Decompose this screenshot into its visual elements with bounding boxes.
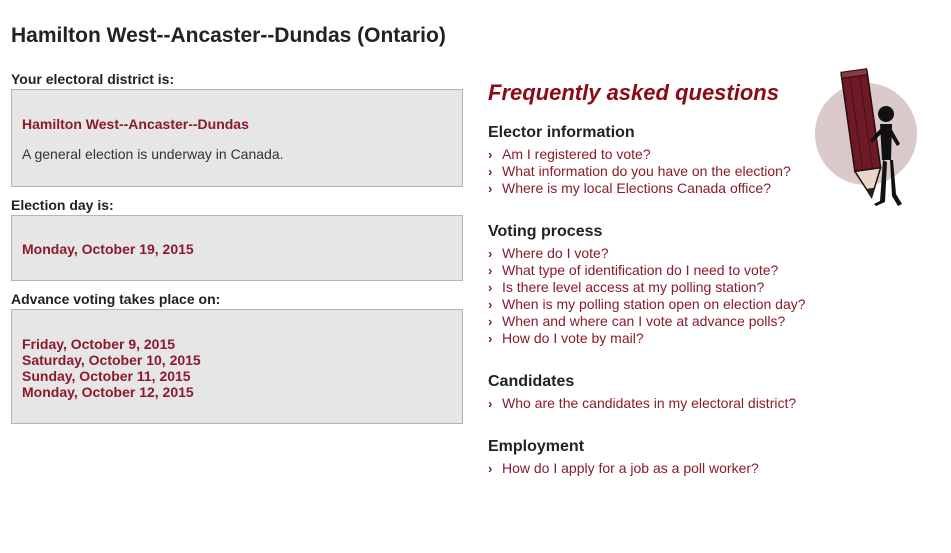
chevron-right-icon: › <box>488 396 493 411</box>
election-day-label: Election day is: <box>11 197 114 213</box>
chevron-right-icon: › <box>488 331 493 346</box>
faq-link-list: › Am I registered to vote? › What informat… <box>488 146 868 197</box>
faq-item: › Where do I vote? <box>488 245 868 262</box>
faq-section-employment: Employment › How do I apply for a job as … <box>488 438 868 477</box>
district-name: Hamilton West--Ancaster--Dundas <box>22 116 249 132</box>
advance-voting-date: Saturday, October 10, 2015 <box>22 352 201 368</box>
chevron-right-icon: › <box>488 314 493 329</box>
faq-item: › How do I vote by mail? <box>488 330 868 347</box>
faq-link[interactable]: What information do you have on the elec… <box>502 163 791 179</box>
faq-link[interactable]: Am I registered to vote? <box>502 146 651 162</box>
advance-voting-date: Monday, October 12, 2015 <box>22 384 194 400</box>
faq-link[interactable]: Who are the candidates in my electoral d… <box>502 395 796 411</box>
chevron-right-icon: › <box>488 461 493 476</box>
faq-heading: Elector information <box>488 124 635 141</box>
chevron-right-icon: › <box>488 280 493 295</box>
faq-link[interactable]: How do I apply for a job as a poll worke… <box>502 460 759 476</box>
chevron-right-icon: › <box>488 297 493 312</box>
faq-column: Frequently asked questions Elector infor… <box>488 80 868 477</box>
faq-title: Frequently asked questions <box>488 80 779 105</box>
chevron-right-icon: › <box>488 263 493 278</box>
faq-link[interactable]: Where is my local Elections Canada offic… <box>502 180 771 196</box>
chevron-right-icon: › <box>488 164 493 179</box>
faq-heading: Employment <box>488 438 585 455</box>
faq-link[interactable]: Where do I vote? <box>502 245 609 261</box>
faq-item: › What information do you have on the ele… <box>488 163 868 180</box>
chevron-right-icon: › <box>488 181 493 196</box>
faq-heading: Candidates <box>488 373 575 390</box>
faq-link[interactable]: When is my polling station open on elect… <box>502 296 806 312</box>
faq-link-list: › How do I apply for a job as a poll work… <box>488 460 868 477</box>
chevron-right-icon: › <box>488 147 493 162</box>
page-title: Hamilton West--Ancaster--Dundas (Ontario… <box>11 24 446 47</box>
chevron-right-icon: › <box>488 246 493 261</box>
district-box: Hamilton West--Ancaster--Dundas A genera… <box>11 89 463 187</box>
faq-link-list: › Where do I vote? › What type of identifi… <box>488 245 868 347</box>
faq-item: › How do I apply for a job as a poll work… <box>488 460 868 477</box>
faq-section-voting-process: Voting process › Where do I vote? › What t… <box>488 223 868 347</box>
advance-voting-box: Friday, October 9, 2015 Saturday, Octobe… <box>11 309 463 424</box>
district-info-column: Your electoral district is: Hamilton Wes… <box>11 71 463 424</box>
election-day-date: Monday, October 19, 2015 <box>22 241 194 257</box>
faq-item: › Is there level access at my polling sta… <box>488 279 868 296</box>
faq-item: › What type of identification do I need t… <box>488 262 868 279</box>
advance-voting-date: Friday, October 9, 2015 <box>22 336 176 352</box>
faq-item: › When and where can I vote at advance po… <box>488 313 868 330</box>
faq-section-elector-information: Elector information › Am I registered to … <box>488 124 868 197</box>
faq-heading: Voting process <box>488 223 603 240</box>
district-label: Your electoral district is: <box>11 71 175 87</box>
faq-section-candidates: Candidates › Who are the candidates in my… <box>488 373 868 412</box>
faq-link[interactable]: When and where can I vote at advance pol… <box>502 313 785 329</box>
faq-link[interactable]: How do I vote by mail? <box>502 330 644 346</box>
faq-item: › Am I registered to vote? <box>488 146 868 163</box>
faq-link[interactable]: Is there level access at my polling stat… <box>502 279 764 295</box>
pencil-person-illustration <box>815 68 917 206</box>
faq-link[interactable]: What type of identification do I need to… <box>502 262 778 278</box>
election-underway-note: A general election is underway in Canada… <box>22 146 284 162</box>
advance-voting-dates: Friday, October 9, 2015 Saturday, Octobe… <box>22 336 452 400</box>
advance-voting-date: Sunday, October 11, 2015 <box>22 368 191 384</box>
faq-link-list: › Who are the candidates in my electoral … <box>488 395 868 412</box>
advance-voting-label: Advance voting takes place on: <box>11 291 221 307</box>
faq-item: › When is my polling station open on elec… <box>488 296 868 313</box>
faq-item: › Where is my local Elections Canada offi… <box>488 180 868 197</box>
election-day-box: Monday, October 19, 2015 <box>11 215 463 281</box>
faq-item: › Who are the candidates in my electoral … <box>488 395 868 412</box>
